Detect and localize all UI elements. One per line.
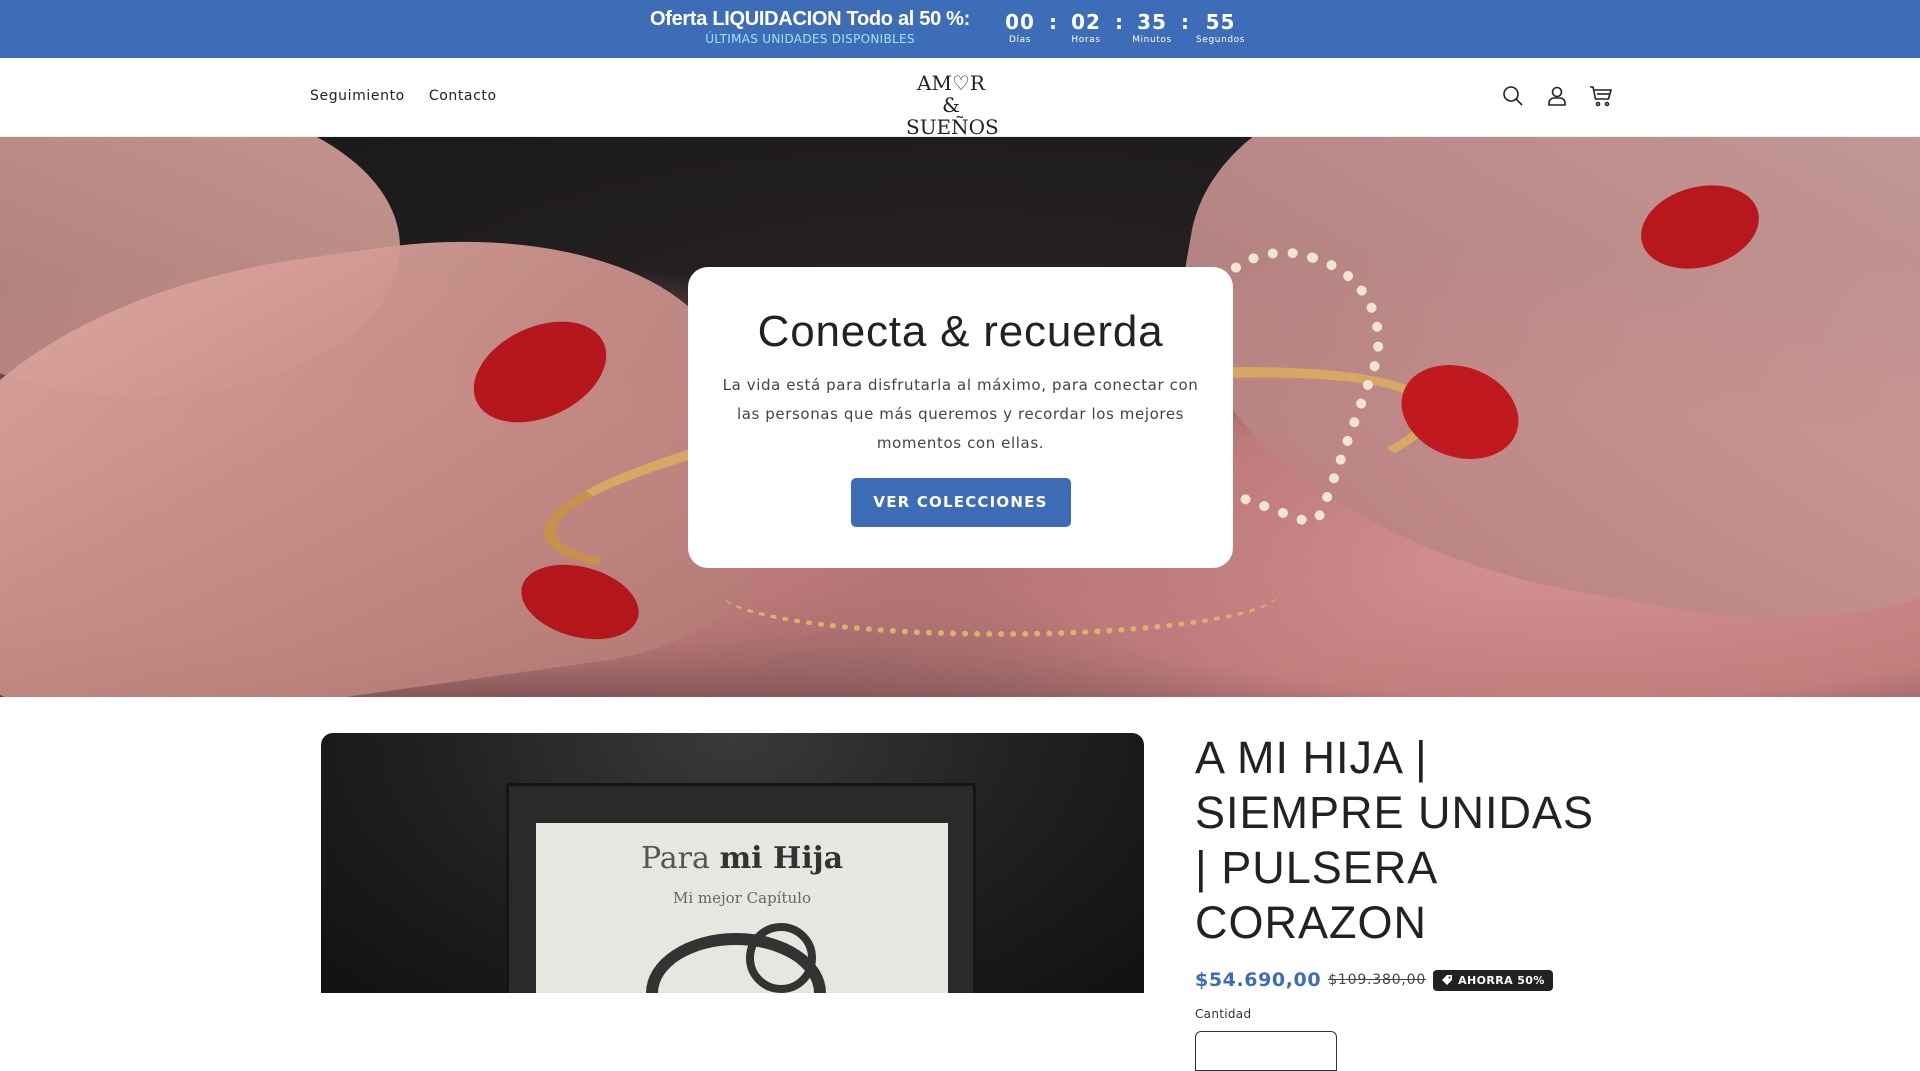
view-collections-button[interactable]: VER COLECCIONES — [850, 478, 1071, 527]
product-info: A MI HIJA | SIEMPRE UNIDAS | PULSERA COR… — [1195, 730, 1615, 1071]
announcement-bar: Oferta LIQUIDACION Todo al 50 %: ÚLTIMAS… — [0, 0, 1920, 58]
search-icon[interactable] — [1501, 84, 1525, 108]
countdown-hours-label: Horas — [1071, 35, 1101, 45]
countdown-separator: : — [1115, 10, 1123, 34]
main-nav: Seguimiento Contacto — [310, 88, 497, 104]
price-row: $54.690,00 $109.380,00 AHORRA 50% — [1195, 969, 1615, 991]
product-image-text-hija: mi Hija — [719, 841, 844, 876]
cart-icon[interactable] — [1589, 84, 1613, 108]
countdown-minutes-value: 35 — [1137, 10, 1167, 34]
offer-block: Oferta LIQUIDACION Todo al 50 %: ÚLTIMAS… — [640, 8, 980, 46]
countdown-hours: 02 Horas — [1064, 10, 1108, 45]
countdown-hours-value: 02 — [1071, 10, 1101, 34]
countdown-days-value: 00 — [1005, 10, 1035, 34]
countdown-days-label: Días — [1008, 35, 1032, 45]
logo-line-2: SUEÑOS — [906, 115, 999, 139]
countdown-seconds: 55 Segundos — [1196, 10, 1245, 45]
nav-link-contacto[interactable]: Contacto — [429, 88, 497, 104]
nav-link-seguimiento[interactable]: Seguimiento — [310, 88, 405, 104]
quantity-label: Cantidad — [1195, 1007, 1252, 1021]
countdown-minutes: 35 Minutos — [1130, 10, 1174, 45]
countdown-seconds-value: 55 — [1205, 10, 1236, 34]
countdown-separator: : — [1049, 10, 1057, 34]
countdown-minutes-label: Minutos — [1132, 35, 1172, 45]
compare-price: $109.380,00 — [1328, 972, 1427, 988]
account-icon[interactable] — [1545, 84, 1569, 108]
offer-title: Oferta LIQUIDACION Todo al 50 %: — [649, 8, 971, 30]
countdown-separator: : — [1181, 10, 1189, 34]
countdown-timer: 00 Días : 02 Horas : 35 Minutos : 55 Seg… — [998, 10, 1245, 45]
countdown-days: 00 Días — [998, 10, 1042, 45]
site-header: Seguimiento Contacto AM♡R & SUEÑOS — [0, 58, 1920, 138]
product-image-card-subtitle: Mi mejor Capítulo — [673, 889, 811, 907]
site-logo[interactable]: AM♡R & SUEÑOS — [906, 71, 999, 138]
header-icons — [1501, 84, 1613, 108]
product-image-text-para: Para — [640, 841, 710, 876]
discount-badge-label: AHORRA 50% — [1458, 973, 1545, 987]
quantity-stepper[interactable] — [1195, 1031, 1337, 1071]
hero-text: La vida está para disfrutarla al máximo,… — [722, 376, 1199, 452]
hero-content-card: Conecta & recuerda La vida está para dis… — [688, 267, 1233, 568]
product-image-head-silhouette — [746, 923, 816, 993]
product-image-card-title: Para mi Hija — [536, 841, 948, 876]
countdown-seconds-label: Segundos — [1196, 35, 1246, 45]
sale-price: $54.690,00 — [1195, 969, 1322, 991]
hero-title: Conecta & recuerda — [757, 307, 1164, 356]
logo-line-1: AM♡R & — [917, 71, 985, 117]
offer-subtitle: ÚLTIMAS UNIDADES DISPONIBLES — [705, 32, 915, 46]
product-image-card: Para mi Hija Mi mejor Capítulo — [536, 823, 948, 993]
product-image[interactable]: Para mi Hija Mi mejor Capítulo — [321, 733, 1144, 993]
hero-banner: Conecta & recuerda La vida está para dis… — [0, 137, 1920, 697]
product-title: A MI HIJA | SIEMPRE UNIDAS | PULSERA COR… — [1195, 732, 1595, 948]
tag-icon — [1442, 975, 1453, 985]
discount-badge: AHORRA 50% — [1433, 969, 1553, 991]
